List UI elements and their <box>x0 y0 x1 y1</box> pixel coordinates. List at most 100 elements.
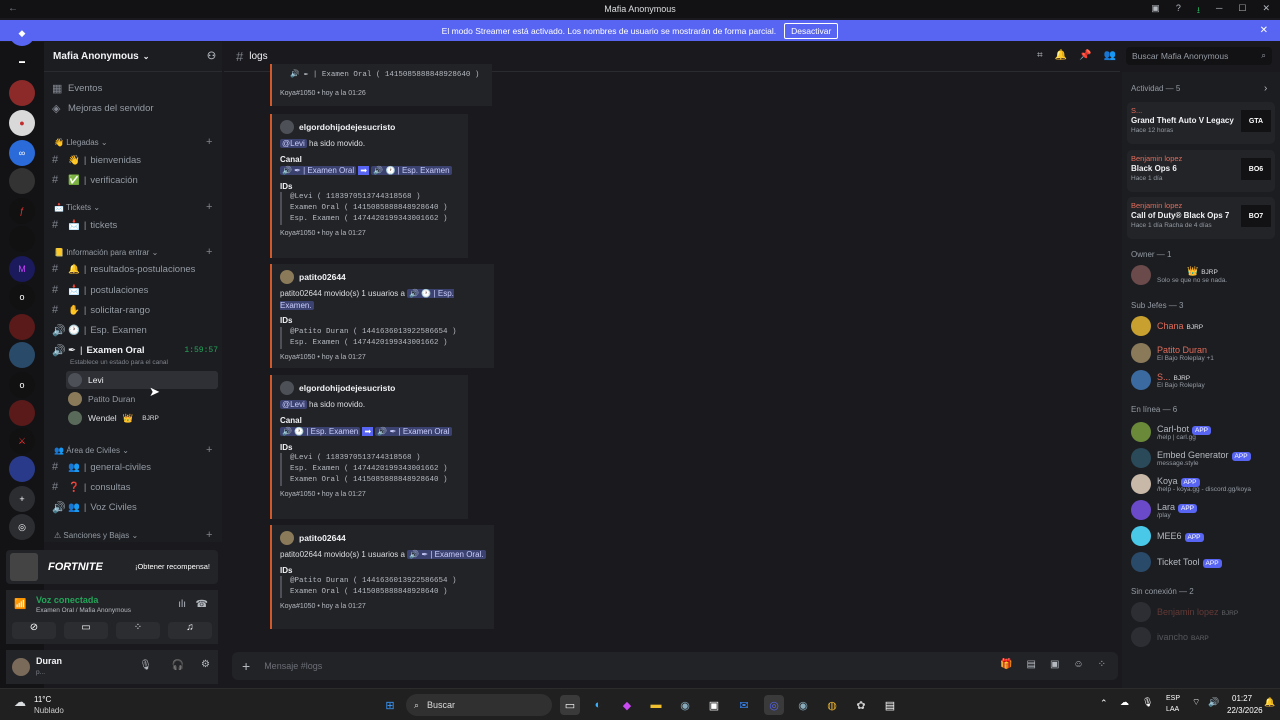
user-avatar[interactable] <box>12 658 30 676</box>
app-icon[interactable]: ✿ <box>851 695 871 715</box>
category-tickets[interactable]: 📩 Tickets ⌄ <box>54 203 100 212</box>
channel-postulaciones[interactable]: # 📩 | postulaciones <box>52 281 148 299</box>
apps-icon[interactable]: ⁘ <box>1098 659 1106 670</box>
app-icon[interactable]: ◆ <box>617 695 637 715</box>
voice-user-wendel[interactable]: Wendel 👑 BJRP <box>68 409 159 427</box>
member-tickettool[interactable]: Ticket Tool APP <box>1131 549 1222 575</box>
server-icon[interactable]: ƒ <box>9 198 35 224</box>
server-icon[interactable]: ⚔ <box>9 428 35 454</box>
app-icon[interactable]: ▤ <box>880 695 900 715</box>
download-icon[interactable]: ⭳ <box>1197 3 1200 19</box>
folder-icon[interactable]: ▬ <box>646 695 666 715</box>
message-input[interactable]: + Mensaje #logs 🎁 ▤ ▣ ☺ ⁘ <box>232 652 1118 680</box>
steam-icon[interactable]: ◉ <box>793 695 813 715</box>
chrome-icon[interactable]: ◍ <box>822 695 842 715</box>
activity-card[interactable]: Benjamin lopez Black Ops 6 Hace 1 día BO… <box>1127 150 1275 192</box>
message[interactable]: 🔊 ✒ | Examen Oral ( 1415085888848928640 … <box>270 64 492 106</box>
voice-user-levi[interactable]: Levi <box>66 371 218 389</box>
wifi-icon[interactable]: ⌔ <box>1192 697 1200 708</box>
server-icon[interactable] <box>9 314 35 340</box>
add-channel-icon[interactable]: + <box>206 529 212 541</box>
channel-esp-examen[interactable]: 🔊 🕐 | Esp. Examen <box>52 321 147 339</box>
server-icon[interactable]: ● <box>9 110 35 136</box>
activities-button[interactable]: ⁘ <box>116 622 160 639</box>
member-patito[interactable]: Patito Duran El Bajo Roleplay +1 <box>1131 340 1214 366</box>
screen-share-button[interactable]: ▭ <box>64 622 108 639</box>
camera-off-button[interactable]: ⊘ <box>12 622 56 639</box>
soundboard-button[interactable]: ♫ <box>168 622 212 639</box>
message[interactable]: patito02644 patito02644 movido(s) 1 usua… <box>270 525 494 629</box>
category-civiles[interactable]: 👥 Área de Civiles ⌄ <box>54 446 129 455</box>
voice-channel[interactable]: Examen Oral / Mafia Anonymous <box>36 607 131 614</box>
add-channel-icon[interactable]: + <box>206 246 212 258</box>
channel-voz-civiles[interactable]: 🔊 👥 | Voz Civiles <box>52 498 137 516</box>
sidebar-item-boosts[interactable]: ◈ Mejoras del servidor <box>52 99 154 117</box>
mic-tray-icon[interactable]: 🎙 <box>1142 697 1153 708</box>
server-icon[interactable] <box>9 342 35 368</box>
channel-consultas[interactable]: # ❓ | consultas <box>52 478 130 496</box>
channel-general[interactable]: # 👥 | general-civiles <box>52 458 151 476</box>
add-attachment-icon[interactable]: + <box>242 658 250 674</box>
notification-icon[interactable]: 🔔 <box>1264 697 1275 708</box>
taskbar-search[interactable]: ⌕ Buscar <box>406 694 552 716</box>
discord-taskbar-icon[interactable]: ◎ <box>764 695 784 715</box>
volume-icon[interactable]: 🔊 <box>1208 697 1219 708</box>
lang-1[interactable]: ESP <box>1166 695 1180 702</box>
add-channel-icon[interactable]: + <box>206 444 212 456</box>
headphones-icon[interactable]: 🎧 <box>172 660 184 671</box>
promo-button[interactable]: ¡Obtener recompensa! <box>135 562 210 571</box>
discover-icon[interactable]: ◎ <box>9 514 35 540</box>
message[interactable]: elgordohijodejesucristo @Levi ha sido mo… <box>270 114 468 258</box>
close-button[interactable]: ✕ <box>1262 3 1270 19</box>
member-ivancho[interactable]: ivancho BARP <box>1131 624 1209 650</box>
add-member-icon[interactable]: ⚇ <box>207 51 216 62</box>
gif-icon[interactable]: ▤ <box>1026 659 1035 670</box>
members-icon[interactable]: 👥 <box>1104 50 1116 61</box>
sticker-icon[interactable]: ▣ <box>1050 659 1059 670</box>
add-channel-icon[interactable]: + <box>206 201 212 213</box>
tray-chevron-icon[interactable]: ⌃ <box>1100 698 1108 709</box>
server-icon[interactable]: M <box>9 256 35 282</box>
server-icon[interactable]: o <box>9 372 35 398</box>
help-icon[interactable]: ? <box>1176 3 1181 19</box>
channel-resultados[interactable]: # 🔔 | resultados-postulaciones <box>52 260 195 278</box>
clock-date[interactable]: 22/3/2026 <box>1227 706 1263 715</box>
user-name[interactable]: Duran <box>36 656 62 666</box>
server-header[interactable]: Mafia Anonymous ⌄ ⚇ <box>44 42 222 72</box>
task-view-icon[interactable]: ▭ <box>560 695 580 715</box>
search-input[interactable]: Buscar Mafia Anonymous ⌕ <box>1126 47 1272 65</box>
message[interactable]: patito02644 patito02644 movido(s) 1 usua… <box>270 264 494 368</box>
member-embed[interactable]: Embed Generator APP message.style <box>1131 445 1251 471</box>
edge-icon[interactable]: ◐ <box>588 695 608 715</box>
activity-card[interactable]: S... Grand Theft Auto V Legacy Hace 12 h… <box>1127 102 1275 144</box>
member-koya[interactable]: Koya APP/help - koya.gg - discord.gg/koya <box>1131 471 1251 497</box>
channel-status[interactable]: Establece un estado para el canal <box>70 359 168 366</box>
user-mention[interactable]: @Levi <box>280 139 307 148</box>
discord-home-icon[interactable]: ◆ <box>9 20 35 46</box>
bell-icon[interactable]: 🔔 <box>1055 50 1067 61</box>
game-promo[interactable]: FORTNITE ¡Obtener recompensa! <box>6 550 218 584</box>
channel-tickets[interactable]: # 📩 | tickets <box>52 216 117 234</box>
arrow-left-icon[interactable]: ← <box>8 3 18 14</box>
microphone-icon[interactable]: 🎙 <box>139 660 152 671</box>
voice-status[interactable]: Voz conectada <box>36 595 98 605</box>
activity-card[interactable]: Benjamin lopez Call of Duty® Black Ops 7… <box>1127 197 1275 239</box>
chevron-right-icon[interactable]: › <box>1264 83 1267 94</box>
member-owner[interactable]: 👑 BJRP Solo se que no se nada. <box>1131 262 1227 288</box>
mail-icon[interactable]: ✉ <box>734 695 754 715</box>
close-banner-icon[interactable]: ✕ <box>1260 25 1268 36</box>
channel-bienvenidas[interactable]: # 👋 | bienvenidas <box>52 151 141 169</box>
server-icon[interactable] <box>9 168 35 194</box>
lang-2[interactable]: LAA <box>1166 706 1179 713</box>
steam-icon[interactable]: ◉ <box>675 695 695 715</box>
disable-streamer-button[interactable]: Desactivar <box>784 22 839 39</box>
inbox-icon[interactable]: ▣ <box>1151 3 1160 19</box>
emoji-icon[interactable]: ☺ <box>1073 659 1083 670</box>
disconnect-icon[interactable]: ☎ <box>196 599 208 610</box>
minimize-button[interactable]: ─ <box>1216 3 1222 19</box>
noise-icon[interactable]: ılı <box>178 599 186 610</box>
voice-user-patito[interactable]: Patito Duran <box>68 390 135 408</box>
server-icon[interactable] <box>9 80 35 106</box>
channel-verificacion[interactable]: # ✅ | verificación <box>52 171 138 189</box>
server-icon[interactable] <box>9 456 35 482</box>
